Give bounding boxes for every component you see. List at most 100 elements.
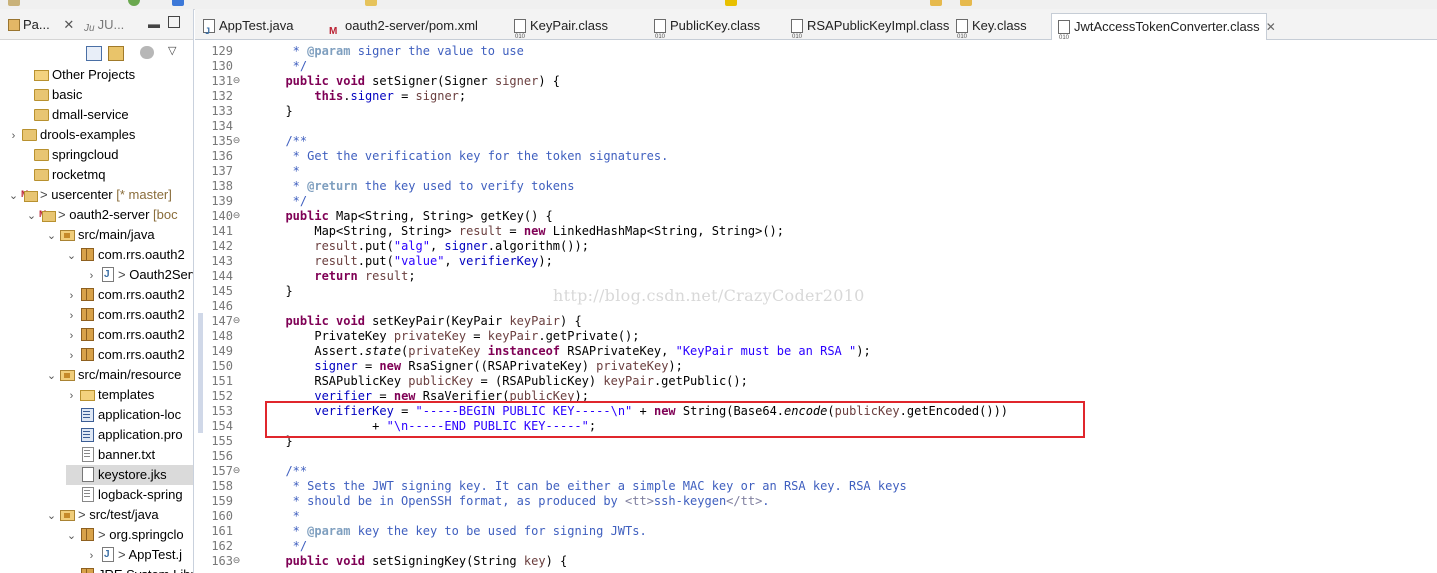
- fold-toggle-icon[interactable]: ⊖: [232, 137, 241, 146]
- expand-arrow-icon[interactable]: ⌄: [46, 506, 57, 526]
- tree-item[interactable]: ⌄ > org.springclo: [66, 525, 193, 545]
- line-number: 140: [211, 209, 233, 223]
- view-menu-icon[interactable]: ▽: [168, 44, 176, 57]
- tree-item[interactable]: › templates: [66, 385, 193, 405]
- tree-item[interactable]: › JRE System Libr: [66, 565, 193, 573]
- collapse-arrow-icon[interactable]: ›: [66, 566, 77, 573]
- tree-item[interactable]: Other Projects: [20, 65, 193, 85]
- editor-tab-label: AppTest.java: [219, 18, 294, 33]
- link-with-editor-icon[interactable]: [108, 46, 124, 61]
- tree-item[interactable]: application-loc: [66, 405, 193, 425]
- collapse-arrow-icon[interactable]: ›: [66, 326, 77, 346]
- collapse-all-icon[interactable]: [86, 46, 102, 61]
- editor-tab[interactable]: KeyPair.class: [508, 13, 640, 50]
- close-icon[interactable]: ✕: [63, 17, 74, 32]
- line-number: 144: [211, 269, 233, 283]
- tree-item[interactable]: keystore.jks: [66, 465, 193, 485]
- tree-item[interactable]: ⌄ > oauth2-server [boc: [26, 204, 193, 226]
- code-text-area[interactable]: * @param signer the value to use */ publ…: [241, 40, 1437, 573]
- expand-arrow-icon[interactable]: ⌄: [26, 206, 37, 226]
- package-icon: [79, 247, 95, 261]
- debug-icon[interactable]: [172, 0, 184, 6]
- collapse-arrow-icon[interactable]: ›: [66, 286, 77, 306]
- expand-arrow-icon[interactable]: ⌄: [46, 366, 57, 386]
- tree-item[interactable]: banner.txt: [66, 445, 193, 465]
- properties-file-icon: [79, 407, 95, 422]
- toolbar-button-icon[interactable]: [725, 0, 737, 6]
- collapse-arrow-icon[interactable]: ›: [66, 306, 77, 326]
- line-number: 143: [211, 254, 233, 268]
- tab-package-explorer[interactable]: Pa... ✕: [8, 17, 74, 33]
- editor-tab[interactable]: RSAPublicKeyImpl.class: [785, 13, 949, 50]
- collapse-arrow-icon[interactable]: ›: [66, 346, 77, 366]
- line-number: 159: [211, 494, 233, 508]
- tree-item[interactable]: basic: [20, 85, 193, 105]
- tree-item-label: drools-examples: [40, 127, 136, 142]
- tree-item-label: banner.txt: [98, 447, 156, 462]
- line-number: 131: [211, 74, 233, 88]
- tree-item[interactable]: rocketmq: [20, 165, 193, 185]
- source-folder-icon: [59, 227, 75, 241]
- fold-toggle-icon[interactable]: ⊖: [232, 317, 241, 326]
- tab-junit[interactable]: Ju JU...: [84, 17, 124, 35]
- code-line: this.signer = signer;: [314, 89, 467, 103]
- dirty-prefix: >: [98, 527, 110, 542]
- tree-item[interactable]: › > Oauth2Serv: [86, 265, 193, 285]
- properties-file-icon: [79, 427, 95, 442]
- focus-icon[interactable]: [140, 46, 154, 59]
- editor-tab[interactable]: JwtAccessTokenConverter.class ✕: [1051, 13, 1276, 51]
- tree-item-label: rocketmq: [52, 167, 106, 182]
- editor-tab[interactable]: oauth2-server/pom.xml: [323, 13, 501, 45]
- tree-item[interactable]: › com.rrs.oauth2: [66, 285, 193, 305]
- highlight-annotation-box: [265, 401, 1085, 438]
- editor-tab[interactable]: Key.class: [950, 13, 1044, 50]
- tree-item[interactable]: ⌄ src/main/resource: [46, 365, 193, 385]
- tree-item[interactable]: › com.rrs.oauth2: [66, 345, 193, 365]
- code-line: *: [271, 164, 300, 178]
- fold-toggle-icon[interactable]: ⊖: [232, 467, 241, 476]
- maximize-icon[interactable]: [168, 16, 180, 28]
- tree-item[interactable]: ⌄ src/main/java: [46, 225, 193, 245]
- code-line: * should be in OpenSSH format, as produc…: [271, 494, 770, 508]
- toolbar-button-icon[interactable]: [8, 0, 20, 6]
- tree-item[interactable]: › com.rrs.oauth2: [66, 305, 193, 325]
- tree-item[interactable]: dmall-service: [20, 105, 193, 125]
- tree-item[interactable]: application.pro: [66, 425, 193, 445]
- java-file-icon: [99, 265, 115, 285]
- tree-item[interactable]: ⌄ com.rrs.oauth2: [66, 245, 193, 265]
- forward-icon[interactable]: [960, 0, 972, 6]
- expand-arrow-icon[interactable]: ⌄: [66, 246, 77, 266]
- fold-toggle-icon[interactable]: ⊖: [232, 77, 241, 86]
- line-number: 146: [211, 299, 233, 313]
- code-line: result.put("alg", signer.algorithm());: [314, 239, 589, 253]
- run-icon[interactable]: [128, 0, 140, 6]
- tree-item[interactable]: logback-spring: [66, 485, 193, 505]
- tree-item[interactable]: ⌄ > usercenter [* master]: [8, 184, 193, 206]
- expand-arrow-icon[interactable]: ⌄: [8, 186, 19, 206]
- tree-item-label: Other Projects: [52, 67, 136, 82]
- code-line: public Map<String, String> getKey() {: [285, 209, 553, 223]
- git-decoration: [* master]: [112, 187, 172, 202]
- collapse-arrow-icon[interactable]: ›: [66, 386, 77, 406]
- collapse-arrow-icon[interactable]: ›: [86, 266, 97, 286]
- tree-item[interactable]: ⌄ > src/test/java: [46, 505, 193, 525]
- minimize-icon[interactable]: ▬: [148, 17, 160, 31]
- toolbar-button-icon[interactable]: [365, 0, 377, 6]
- expand-arrow-icon[interactable]: ⌄: [46, 226, 57, 246]
- editor-tab[interactable]: AppTest.java: [197, 13, 317, 44]
- close-icon[interactable]: ✕: [1266, 20, 1276, 34]
- tree-item[interactable]: › com.rrs.oauth2: [66, 325, 193, 345]
- expand-arrow-icon[interactable]: ⌄: [66, 526, 77, 546]
- tree-item[interactable]: springcloud: [20, 145, 193, 165]
- tree-item[interactable]: › > AppTest.j: [86, 545, 193, 565]
- collapse-arrow-icon[interactable]: ›: [8, 126, 19, 146]
- back-icon[interactable]: [930, 0, 942, 6]
- fold-toggle-icon[interactable]: ⊖: [232, 212, 241, 221]
- project-icon: [33, 147, 49, 161]
- project-icon: [21, 127, 37, 141]
- editor-tab[interactable]: PublicKey.class: [648, 13, 778, 50]
- tree-item-label: com.rrs.oauth2: [98, 347, 185, 362]
- collapse-arrow-icon[interactable]: ›: [86, 546, 97, 566]
- tree-item[interactable]: › drools-examples: [8, 125, 193, 145]
- fold-toggle-icon[interactable]: ⊖: [232, 557, 241, 566]
